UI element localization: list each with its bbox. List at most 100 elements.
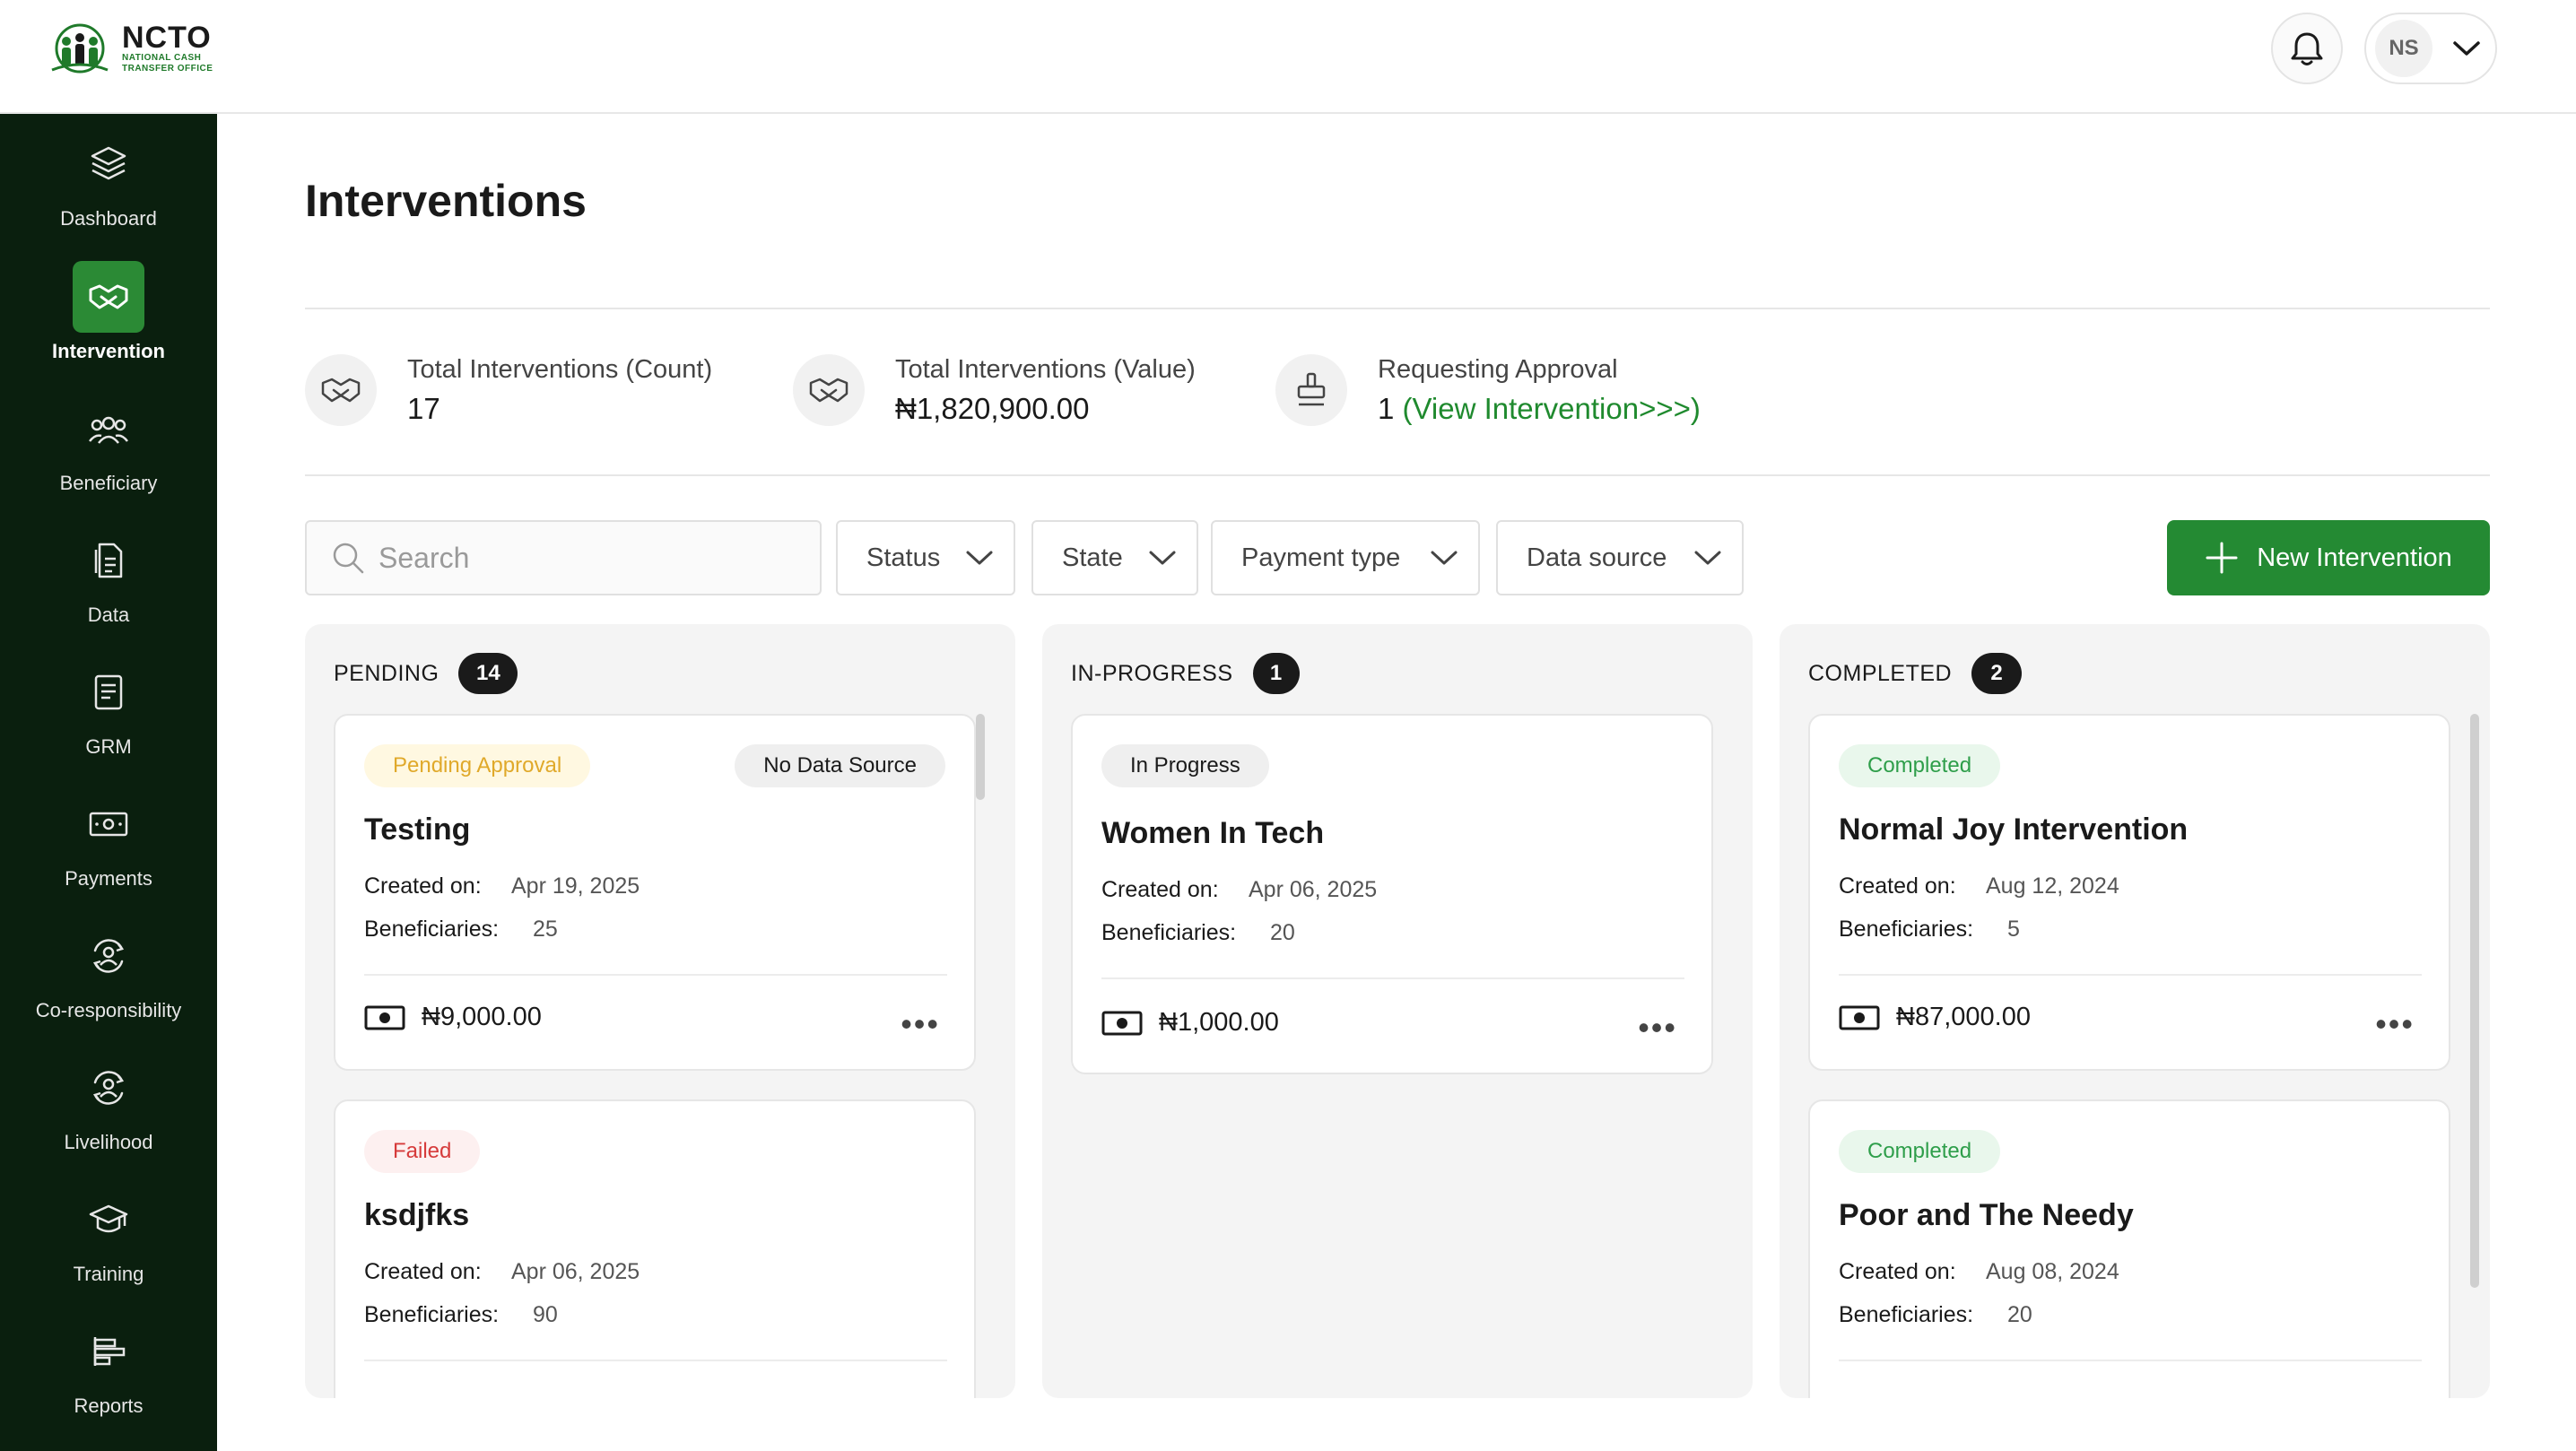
- sidebar-item-payments[interactable]: Payments: [0, 774, 217, 899]
- bell-icon: [2291, 32, 2323, 65]
- divider: [1839, 974, 2422, 976]
- new-intervention-label: New Intervention: [2257, 543, 2452, 572]
- scrollbar[interactable]: [2470, 714, 2479, 1288]
- created-label: Created on:: [1839, 873, 1956, 899]
- document-icon: [94, 543, 123, 578]
- more-options-button[interactable]: •••: [901, 1008, 940, 1040]
- intervention-card[interactable]: Completed Normal Joy Intervention Create…: [1808, 714, 2450, 1071]
- sidebar-item-reports[interactable]: Reports: [0, 1301, 217, 1427]
- sidebar-item-dashboard[interactable]: Dashboard: [0, 114, 217, 239]
- sidebar-item-grm[interactable]: GRM: [0, 642, 217, 768]
- status-badge: Completed: [1839, 1130, 2001, 1173]
- beneficiaries-label: Beneficiaries:: [1101, 920, 1237, 945]
- beneficiaries-count: 90: [533, 1302, 558, 1327]
- created-date: Aug 12, 2024: [1986, 873, 2119, 899]
- cash-icon: [89, 812, 128, 837]
- stat-label: Total Interventions (Count): [407, 354, 713, 384]
- chevron-down-icon: [1149, 551, 1176, 565]
- bar-chart-icon: [93, 1337, 126, 1366]
- top-bar: NCTO NATIONAL CASH TRANSFER OFFICE NS: [0, 0, 2576, 114]
- created-date: Aug 08, 2024: [1986, 1259, 2119, 1284]
- page-title: Interventions: [305, 176, 587, 226]
- status-badge: Pending Approval: [364, 744, 591, 787]
- card-title: Women In Tech: [1101, 816, 1325, 850]
- more-options-button[interactable]: •••: [1638, 1012, 1677, 1044]
- view-intervention-link[interactable]: (View Intervention>>>): [1403, 392, 1701, 425]
- beneficiaries-count: 5: [2007, 917, 2020, 942]
- sidebar-item-data[interactable]: Data: [0, 510, 217, 636]
- sidebar-item-label: Co-responsibility: [35, 999, 182, 1021]
- card-title: Normal Joy Intervention: [1839, 812, 2189, 847]
- logo-subtitle-1: NATIONAL CASH: [122, 53, 202, 63]
- column-title: IN-PROGRESS: [1071, 660, 1233, 686]
- data-source-badge: No Data Source: [735, 744, 945, 787]
- sidebar-item-training[interactable]: Training: [0, 1169, 217, 1295]
- cash-icon: [1839, 1005, 1880, 1030]
- user-menu-button[interactable]: NS: [2364, 13, 2497, 84]
- search-icon: [333, 543, 364, 574]
- created-label: Created on:: [1101, 877, 1219, 902]
- sidebar-item-label: Reports: [74, 1395, 144, 1417]
- intervention-card[interactable]: Pending Approval No Data Source Testing …: [334, 714, 976, 1071]
- new-intervention-button[interactable]: New Intervention: [2167, 520, 2490, 595]
- kanban-column-pending: PENDING 14 Pending Approval No Data Sour…: [305, 624, 1015, 1398]
- user-cycle-icon: [92, 1071, 125, 1105]
- more-options-button[interactable]: •••: [2375, 1008, 2415, 1040]
- state-filter[interactable]: State: [1031, 520, 1198, 595]
- graduation-cap-icon: [89, 1204, 128, 1233]
- beneficiaries-count: 25: [533, 917, 558, 942]
- sidebar-item-label: Intervention: [52, 340, 165, 362]
- column-count-badge: 2: [1971, 653, 2023, 694]
- search-input[interactable]: Search: [305, 520, 822, 595]
- intervention-card[interactable]: In Progress Women In Tech Created on: Ap…: [1071, 714, 1713, 1074]
- user-cycle-icon: [92, 939, 125, 973]
- stat-value: 17: [407, 391, 440, 425]
- divider: [364, 1360, 947, 1361]
- status-filter[interactable]: Status: [836, 520, 1015, 595]
- sidebar-item-intervention[interactable]: Intervention: [0, 247, 217, 372]
- chevron-down-icon: [1694, 551, 1721, 565]
- column-count-badge: 1: [1252, 653, 1300, 694]
- status-badge: Failed: [364, 1130, 481, 1173]
- status-badge: In Progress: [1101, 744, 1269, 787]
- chevron-down-icon: [1431, 551, 1458, 565]
- sidebar-item-label: Livelihood: [64, 1131, 153, 1153]
- amount-value: ₦1,000.00: [1159, 1008, 1279, 1037]
- logo[interactable]: NCTO NATIONAL CASH TRANSFER OFFICE: [45, 20, 213, 77]
- stat-label: Requesting Approval: [1378, 354, 1618, 384]
- card-title: Testing: [364, 812, 471, 847]
- beneficiaries-label: Beneficiaries:: [1839, 917, 1974, 942]
- ncto-logo-icon: [51, 23, 109, 74]
- stat-value: 1: [1378, 391, 1395, 425]
- status-badge: Completed: [1839, 744, 2001, 787]
- divider: [1101, 977, 1684, 979]
- cash-icon: [364, 1005, 405, 1030]
- intervention-card[interactable]: Failed ksdjfks Created on: Apr 06, 2025 …: [334, 1099, 976, 1398]
- handshake-icon: [89, 284, 128, 309]
- stamp-icon: [1297, 372, 1326, 406]
- kanban-column-in-progress: IN-PROGRESS 1 In Progress Women In Tech …: [1042, 624, 1753, 1398]
- divider: [305, 474, 2490, 476]
- created-date: Apr 06, 2025: [1249, 877, 1378, 902]
- column-title: COMPLETED: [1808, 660, 1953, 686]
- handshake-icon: [809, 378, 849, 403]
- created-label: Created on:: [364, 1259, 482, 1284]
- sidebar-item-co-responsibility[interactable]: Co-responsibility: [0, 906, 217, 1031]
- data-source-filter[interactable]: Data source: [1496, 520, 1744, 595]
- card-title: ksdjfks: [364, 1198, 470, 1232]
- handshake-icon: [321, 378, 361, 403]
- beneficiaries-count: 20: [2007, 1302, 2032, 1327]
- divider: [364, 974, 947, 976]
- chevron-down-icon: [2453, 41, 2480, 56]
- stat-value: ₦1,820,900.00: [895, 391, 1090, 425]
- sidebar-item-beneficiary[interactable]: Beneficiary: [0, 378, 217, 504]
- search-placeholder: Search: [379, 541, 470, 574]
- intervention-card[interactable]: Completed Poor and The Needy Created on:…: [1808, 1099, 2450, 1398]
- avatar: NS: [2375, 20, 2432, 77]
- column-title: PENDING: [334, 660, 439, 686]
- logo-title: NCTO: [122, 21, 212, 55]
- scrollbar[interactable]: [976, 714, 985, 800]
- sidebar-item-livelihood[interactable]: Livelihood: [0, 1038, 217, 1163]
- notifications-button[interactable]: [2271, 13, 2343, 84]
- payment-type-filter[interactable]: Payment type: [1211, 520, 1480, 595]
